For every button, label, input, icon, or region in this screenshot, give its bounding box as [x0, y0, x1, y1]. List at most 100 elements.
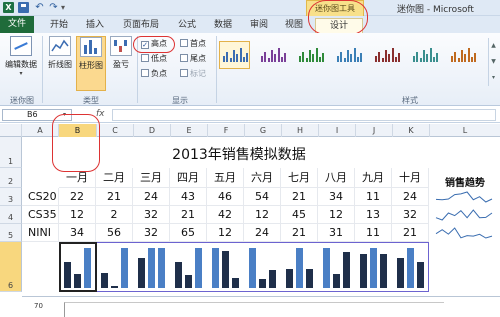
value-cell[interactable]: 43: [170, 188, 207, 206]
tab-review[interactable]: 审阅: [244, 17, 274, 33]
gallery-scroll-icon[interactable]: ▲ ▼ ▾: [488, 38, 498, 86]
row-label-cell[interactable]: CS20: [22, 188, 59, 206]
last-point-checkbox[interactable]: 尾点: [180, 54, 206, 64]
month-header-cell[interactable]: 四月: [170, 168, 207, 188]
sparkline-style-gallery[interactable]: [219, 38, 487, 92]
value-cell[interactable]: 12: [59, 206, 96, 224]
value-cell[interactable]: 11: [355, 188, 392, 206]
month-header-cell[interactable]: 三月: [133, 168, 170, 188]
value-cell[interactable]: 13: [355, 206, 392, 224]
value-cell[interactable]: 34: [318, 188, 355, 206]
month-header-cell[interactable]: 六月: [244, 168, 281, 188]
value-cell[interactable]: 12: [318, 206, 355, 224]
row-label-cell[interactable]: NINI: [22, 224, 59, 242]
month-header-cell[interactable]: 二月: [96, 168, 133, 188]
low-point-checkbox[interactable]: 低点: [141, 54, 167, 64]
sparkline-style-swatch[interactable]: [447, 41, 478, 69]
select-all-corner[interactable]: [0, 124, 22, 137]
trend-header[interactable]: 销售趋势: [430, 174, 500, 189]
row-header-1[interactable]: 1: [0, 137, 22, 168]
trend-sparkline[interactable]: [434, 207, 494, 223]
value-cell[interactable]: 34: [59, 224, 96, 242]
value-cell[interactable]: 12: [244, 206, 281, 224]
sheet-title[interactable]: 2013年销售模拟数据: [59, 144, 419, 164]
checkbox-box[interactable]: [141, 69, 149, 77]
row-header-3[interactable]: 3: [0, 188, 22, 206]
value-cell[interactable]: 24: [392, 188, 429, 206]
winloss-sparkline-button[interactable]: 盈亏: [107, 36, 135, 70]
line-sparkline-button[interactable]: 折线图: [45, 36, 75, 70]
column-sparkline-button[interactable]: 柱形图: [76, 36, 106, 91]
value-cell[interactable]: 32: [133, 206, 170, 224]
sparkline-style-swatch[interactable]: [371, 41, 402, 69]
checkbox-box[interactable]: [180, 39, 188, 47]
month-header-cell[interactable]: 五月: [207, 168, 244, 188]
value-cell[interactable]: 45: [281, 206, 318, 224]
checkbox-box[interactable]: [180, 54, 188, 62]
column-header-i[interactable]: I: [319, 124, 356, 137]
column-header-f[interactable]: F: [208, 124, 245, 137]
trend-sparkline[interactable]: [434, 189, 494, 205]
value-cell[interactable]: 2: [96, 206, 133, 224]
value-cell[interactable]: 11: [355, 224, 392, 242]
checkbox-box[interactable]: [180, 69, 188, 77]
tab-insert[interactable]: 插入: [80, 17, 110, 33]
month-header-cell[interactable]: 七月: [281, 168, 318, 188]
month-header-cell[interactable]: 十月: [392, 168, 429, 188]
value-cell[interactable]: 31: [318, 224, 355, 242]
sparkline-style-swatch[interactable]: [219, 41, 250, 69]
value-cell[interactable]: 21: [96, 188, 133, 206]
value-cell[interactable]: 54: [244, 188, 281, 206]
value-cell[interactable]: 46: [207, 188, 244, 206]
value-cell[interactable]: 12: [207, 224, 244, 242]
value-cell[interactable]: 42: [207, 206, 244, 224]
column-header-c[interactable]: C: [97, 124, 134, 137]
row-header-4[interactable]: 4: [0, 206, 22, 224]
value-cell[interactable]: 22: [59, 188, 96, 206]
checkbox-box[interactable]: [141, 54, 149, 62]
sparkline-style-swatch[interactable]: [295, 41, 326, 69]
month-header-cell[interactable]: 九月: [355, 168, 392, 188]
active-cell[interactable]: [59, 242, 97, 292]
tab-home[interactable]: 开始: [44, 17, 74, 33]
month-header-cell[interactable]: 八月: [318, 168, 355, 188]
value-cell[interactable]: 56: [96, 224, 133, 242]
value-cell[interactable]: 32: [392, 206, 429, 224]
tab-page-layout[interactable]: 页面布局: [117, 17, 165, 33]
sparkline-style-swatch[interactable]: [409, 41, 440, 69]
embedded-chart-frame[interactable]: [64, 302, 444, 317]
column-header-h[interactable]: H: [282, 124, 319, 137]
tab-data[interactable]: 数据: [208, 17, 238, 33]
tab-formulas[interactable]: 公式: [172, 17, 202, 33]
value-cell[interactable]: 21: [170, 206, 207, 224]
tab-file[interactable]: 文件: [0, 16, 34, 33]
value-cell[interactable]: 65: [170, 224, 207, 242]
markers-checkbox[interactable]: 标记: [180, 69, 206, 79]
formula-input[interactable]: [112, 109, 496, 121]
row-header-2[interactable]: 2: [0, 168, 22, 188]
column-header-d[interactable]: D: [134, 124, 171, 137]
row-header-5[interactable]: 5: [0, 224, 22, 242]
undo-icon[interactable]: ↶: [34, 2, 45, 13]
save-icon[interactable]: [18, 2, 29, 13]
redo-icon[interactable]: ↷: [48, 2, 59, 13]
value-cell[interactable]: 21: [281, 188, 318, 206]
row-header-6[interactable]: 6: [0, 242, 22, 292]
column-header-l[interactable]: L: [430, 124, 500, 137]
column-header-j[interactable]: J: [356, 124, 393, 137]
first-point-checkbox[interactable]: 首点: [180, 39, 206, 49]
column-header-e[interactable]: E: [171, 124, 208, 137]
edit-data-button[interactable]: 编辑数据 ▾: [4, 36, 38, 77]
tab-view[interactable]: 视图: [280, 17, 308, 33]
sparkline-style-swatch[interactable]: [333, 41, 364, 69]
value-cell[interactable]: 21: [392, 224, 429, 242]
value-cell[interactable]: 24: [244, 224, 281, 242]
trend-sparkline[interactable]: [434, 225, 494, 241]
column-header-k[interactable]: K: [393, 124, 430, 137]
chevron-down-icon[interactable]: ▾: [4, 70, 38, 77]
sparkline-style-swatch[interactable]: [257, 41, 288, 69]
row-label-cell[interactable]: CS35: [22, 206, 59, 224]
value-cell[interactable]: 21: [281, 224, 318, 242]
quick-access-dropdown-icon[interactable]: ▾: [61, 2, 72, 13]
value-cell[interactable]: 24: [133, 188, 170, 206]
